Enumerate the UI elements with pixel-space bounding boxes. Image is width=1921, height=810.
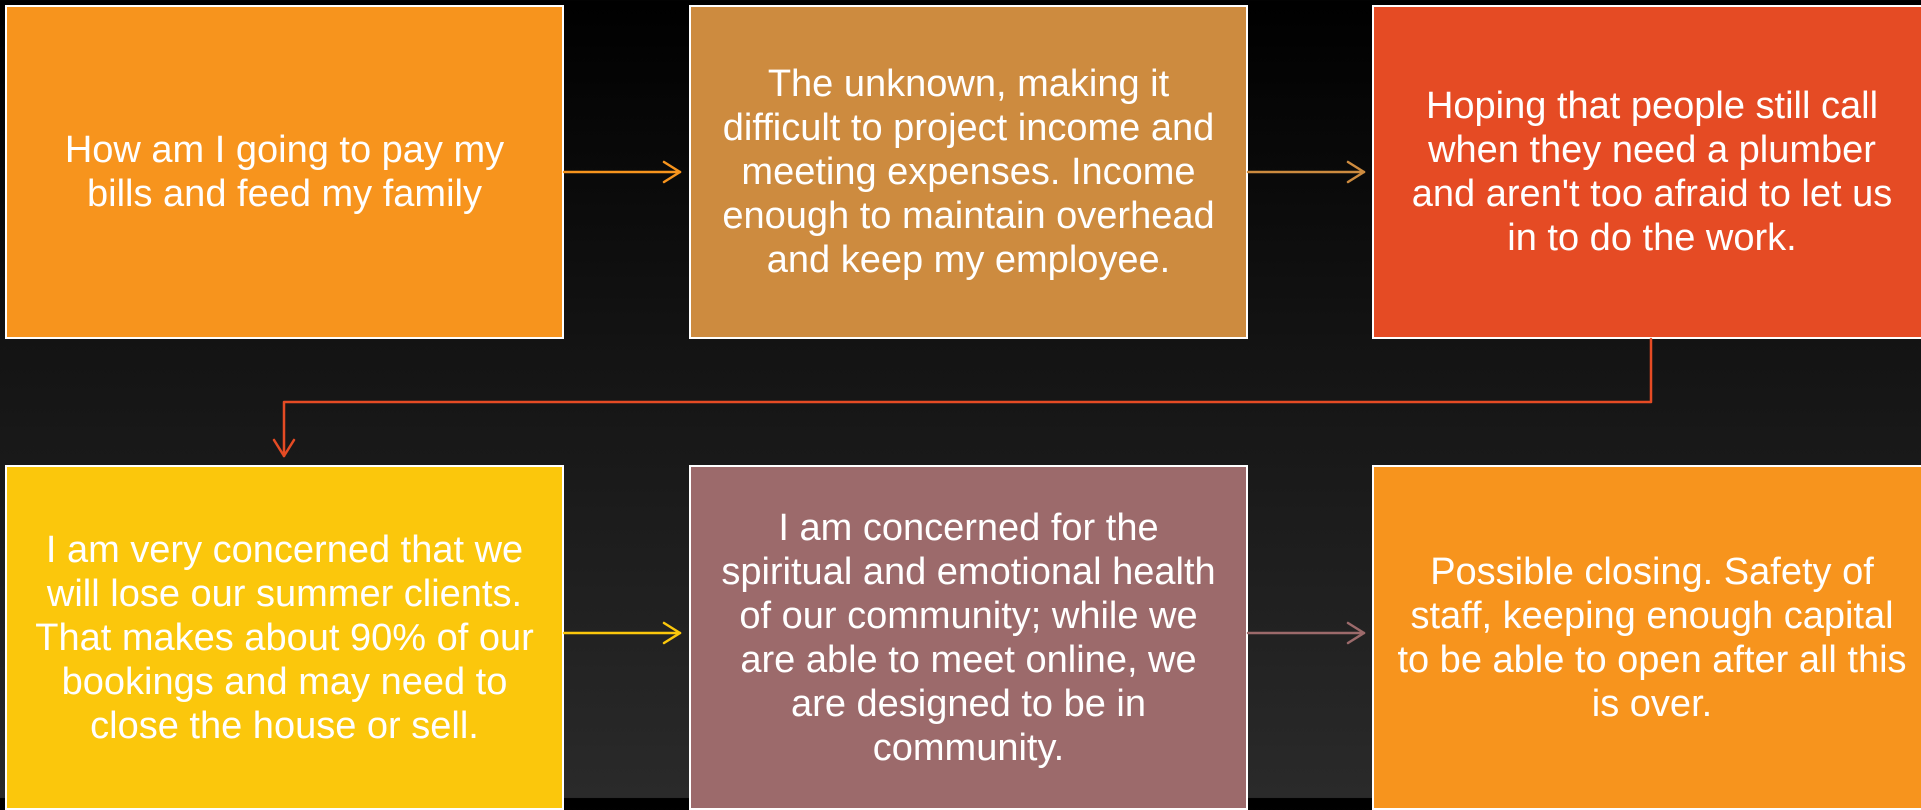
connector-layer (272, 160, 1653, 645)
arrow-step-1-to-2 (562, 160, 682, 184)
arrow-step-3-to-4 (272, 337, 1653, 458)
arrow-step-5-to-6 (1246, 621, 1366, 645)
arrow-step-2-to-3 (1246, 160, 1366, 184)
arrow-step-4-to-5 (562, 621, 682, 645)
